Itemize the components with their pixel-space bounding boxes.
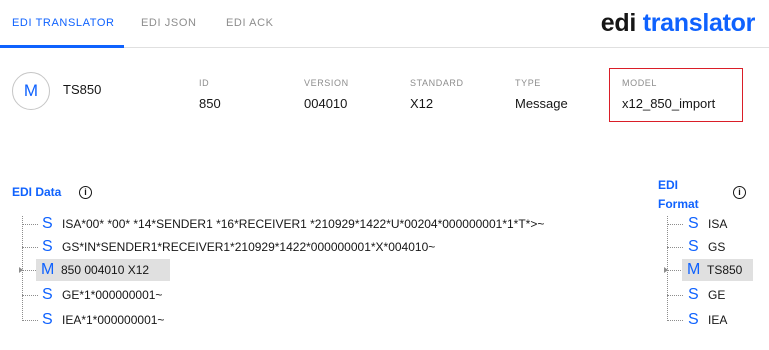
segment-icon: S bbox=[688, 286, 699, 303]
node-label: TS850 bbox=[707, 263, 743, 277]
edi-data-node-gs[interactable]: S GS*IN*SENDER1*RECEIVER1*210929*1422*00… bbox=[42, 236, 435, 258]
active-tab-indicator bbox=[0, 45, 124, 48]
id-field: ID 850 bbox=[199, 78, 221, 111]
model-field: MODEL x12_850_import bbox=[622, 78, 715, 111]
type-field: TYPE Message bbox=[515, 78, 568, 111]
model-field-highlight: MODEL x12_850_import bbox=[609, 68, 743, 122]
edi-format-title: EDI Format bbox=[658, 176, 699, 214]
edi-format-node-isa[interactable]: S ISA bbox=[688, 213, 727, 235]
id-value: 850 bbox=[199, 96, 221, 111]
segment-icon: S bbox=[688, 311, 699, 328]
edi-data-info-icon[interactable]: i bbox=[79, 186, 92, 199]
edi-data-node-message[interactable]: M 850 004010 X12 bbox=[36, 259, 170, 281]
type-label: TYPE bbox=[515, 78, 541, 88]
edi-data-title: EDI Data bbox=[12, 185, 62, 199]
edi-data-node-isa[interactable]: S ISA*00* *00* *14*SENDER1 *16*RECEIVER1… bbox=[42, 213, 544, 235]
segment-icon: S bbox=[42, 286, 53, 303]
top-navigation: EDI TRANSLATOR EDI JSON EDI ACK edi tran… bbox=[0, 0, 769, 48]
model-label: MODEL bbox=[622, 78, 658, 88]
node-label: GE*1*000000001~ bbox=[62, 288, 163, 302]
tree-connector bbox=[22, 320, 38, 321]
standard-field: STANDARD X12 bbox=[410, 78, 464, 111]
node-label: GS bbox=[708, 240, 726, 254]
brand-logo-part2: translator bbox=[642, 9, 756, 37]
model-value: x12_850_import bbox=[622, 96, 716, 111]
standard-value: X12 bbox=[410, 96, 434, 111]
node-label: ISA*00* *00* *14*SENDER1 *16*RECEIVER1 *… bbox=[62, 217, 545, 231]
node-label: IEA*1*000000001~ bbox=[62, 313, 165, 327]
node-label: 850 004010 X12 bbox=[61, 263, 150, 277]
edi-data-node-ge[interactable]: S GE*1*000000001~ bbox=[42, 284, 162, 306]
edi-format-info-icon[interactable]: i bbox=[733, 186, 746, 199]
edi-format-node-gs[interactable]: S GS bbox=[688, 236, 725, 258]
message-icon: M bbox=[687, 261, 701, 278]
tab-edi-translator[interactable]: EDI TRANSLATOR bbox=[12, 17, 115, 29]
tree-connector bbox=[667, 270, 683, 271]
brand-logo: edi translator bbox=[600, 9, 756, 38]
version-value: 004010 bbox=[304, 96, 348, 111]
tree-connector bbox=[22, 224, 38, 225]
brand-logo-part1: edi bbox=[600, 9, 637, 37]
message-icon: M bbox=[41, 261, 55, 278]
message-type-avatar: M bbox=[12, 72, 50, 110]
edi-format-node-ts850[interactable]: M TS850 bbox=[682, 259, 753, 281]
segment-icon: S bbox=[688, 238, 699, 255]
expand-caret-icon[interactable] bbox=[19, 267, 23, 273]
node-label: IEA bbox=[708, 313, 728, 327]
standard-label: STANDARD bbox=[410, 78, 464, 88]
segment-icon: S bbox=[42, 215, 53, 232]
tree-connector bbox=[667, 247, 683, 248]
node-label: GS*IN*SENDER1*RECEIVER1*210929*1422*0000… bbox=[62, 240, 436, 254]
tree-connector bbox=[667, 320, 683, 321]
segment-icon: S bbox=[42, 311, 53, 328]
version-label: VERSION bbox=[304, 78, 349, 88]
version-field: VERSION 004010 bbox=[304, 78, 349, 111]
node-label: GE bbox=[708, 288, 726, 302]
tab-edi-json[interactable]: EDI JSON bbox=[141, 17, 197, 29]
edi-format-title-line1: EDI bbox=[658, 178, 679, 192]
segment-icon: S bbox=[688, 215, 699, 232]
segment-icon: S bbox=[42, 238, 53, 255]
edi-data-node-iea[interactable]: S IEA*1*000000001~ bbox=[42, 309, 164, 331]
node-label: ISA bbox=[708, 217, 728, 231]
tree-connector bbox=[667, 224, 683, 225]
id-label: ID bbox=[199, 78, 210, 88]
tree-connector bbox=[667, 295, 683, 296]
type-value: Message bbox=[515, 96, 568, 111]
edi-format-node-ge[interactable]: S GE bbox=[688, 284, 725, 306]
expand-caret-icon[interactable] bbox=[664, 267, 668, 273]
message-name: TS850 bbox=[63, 82, 102, 97]
edi-format-title-line2: Format bbox=[658, 197, 699, 211]
edi-format-node-iea[interactable]: S IEA bbox=[688, 309, 727, 331]
tab-edi-ack[interactable]: EDI ACK bbox=[226, 17, 274, 29]
tree-connector bbox=[22, 295, 38, 296]
tree-connector bbox=[22, 247, 38, 248]
